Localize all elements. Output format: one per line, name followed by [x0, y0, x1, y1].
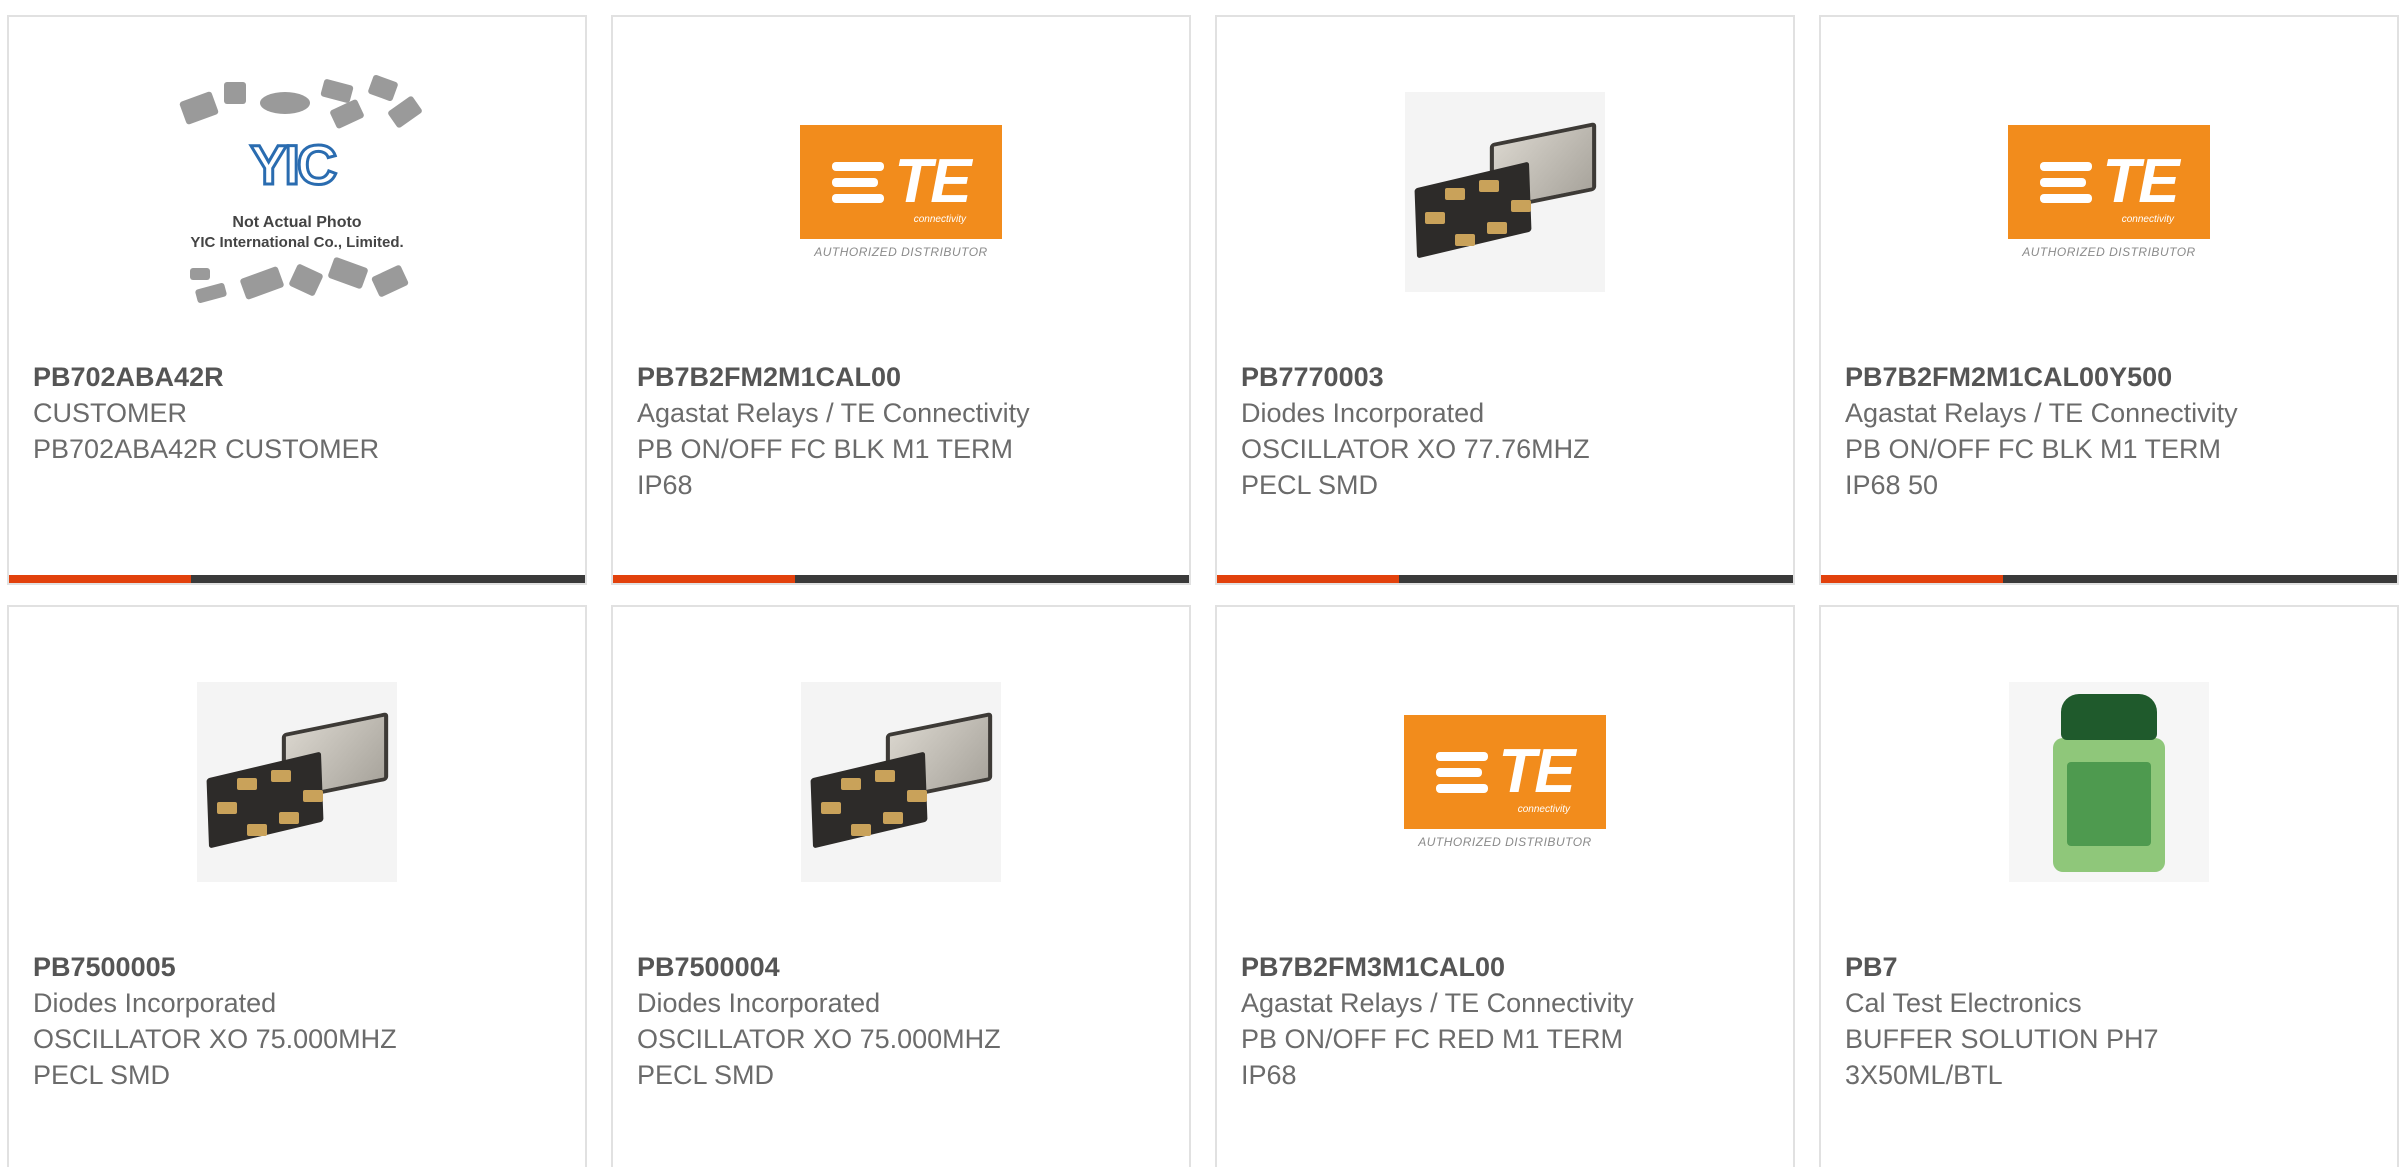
product-card[interactable]: PB7 Cal Test Electronics BUFFER SOLUTION… [1819, 605, 2399, 1167]
description-line: PB702ABA42R CUSTOMER [33, 434, 380, 464]
product-card[interactable]: TE connectivity AUTHORIZED DISTRIBUTOR P… [1819, 15, 2399, 585]
description-line: IP68 [637, 470, 693, 500]
oscillator-image [1405, 92, 1605, 292]
description-line: PECL SMD [1241, 470, 1379, 500]
product-card[interactable]: TE connectivity AUTHORIZED DISTRIBUTOR P… [1215, 605, 1795, 1167]
description-line: OSCILLATOR XO 77.76MHZ [1241, 434, 1590, 464]
manufacturer: Agastat Relays / TE Connectivity [1241, 988, 1634, 1018]
oscillator-image [197, 682, 397, 882]
company-label: YIC International Co., Limited. [190, 234, 404, 251]
authorized-distributor-label: AUTHORIZED DISTRIBUTOR [814, 245, 988, 259]
te-connectivity-logo: TE connectivity AUTHORIZED DISTRIBUTOR [800, 125, 1002, 259]
product-info: PB7 Cal Test Electronics BUFFER SOLUTION… [1845, 949, 2377, 1093]
part-number[interactable]: PB7B2FM3M1CAL00 [1241, 949, 1773, 985]
description-line: 3X50ML/BTL [1845, 1060, 2003, 1090]
description-line: OSCILLATOR XO 75.000MHZ [637, 1024, 1001, 1054]
part-number[interactable]: PB702ABA42R [33, 359, 565, 395]
product-image[interactable] [9, 677, 585, 887]
product-info: PB7500004 Diodes Incorporated OSCILLATOR… [637, 949, 1169, 1093]
description-line: IP68 50 [1845, 470, 1939, 500]
product-image[interactable]: TE connectivity AUTHORIZED DISTRIBUTOR [1821, 87, 2397, 297]
product-image[interactable]: YIC Not Actual Photo YIC International C… [9, 74, 585, 304]
description-line: PECL SMD [637, 1060, 775, 1090]
product-info: PB7B2FM2M1CAL00 Agastat Relays / TE Conn… [637, 359, 1169, 503]
product-image[interactable] [1821, 677, 2397, 887]
description-line: PB ON/OFF FC BLK M1 TERM [1845, 434, 2222, 464]
product-info: PB7770003 Diodes Incorporated OSCILLATOR… [1241, 359, 1773, 503]
manufacturer: CUSTOMER [33, 398, 188, 428]
manufacturer: Diodes Incorporated [1241, 398, 1485, 428]
card-bottom-bar [1821, 575, 2397, 583]
part-number[interactable]: PB7B2FM2M1CAL00 [637, 359, 1169, 395]
authorized-distributor-label: AUTHORIZED DISTRIBUTOR [1418, 835, 1592, 849]
yic-logo: YIC [248, 132, 338, 198]
oscillator-image [801, 682, 1001, 882]
product-image[interactable]: TE connectivity AUTHORIZED DISTRIBUTOR [613, 87, 1189, 297]
product-card[interactable]: YIC Not Actual Photo YIC International C… [7, 15, 587, 585]
product-info: PB702ABA42R CUSTOMER PB702ABA42R CUSTOME… [33, 359, 565, 467]
description-line: OSCILLATOR XO 75.000MHZ [33, 1024, 397, 1054]
te-connectivity-logo: TE connectivity AUTHORIZED DISTRIBUTOR [1404, 715, 1606, 849]
product-image[interactable]: TE connectivity AUTHORIZED DISTRIBUTOR [1217, 677, 1793, 887]
product-card[interactable]: PB7770003 Diodes Incorporated OSCILLATOR… [1215, 15, 1795, 585]
manufacturer: Agastat Relays / TE Connectivity [637, 398, 1030, 428]
manufacturer: Diodes Incorporated [33, 988, 277, 1018]
te-connectivity-logo: TE connectivity AUTHORIZED DISTRIBUTOR [2008, 125, 2210, 259]
product-grid: YIC Not Actual Photo YIC International C… [0, 0, 2400, 1167]
part-number[interactable]: PB7770003 [1241, 359, 1773, 395]
part-number[interactable]: PB7500005 [33, 949, 565, 985]
product-card[interactable]: PB7500005 Diodes Incorporated OSCILLATOR… [7, 605, 587, 1167]
manufacturer: Diodes Incorporated [637, 988, 881, 1018]
card-bottom-bar [1217, 575, 1793, 583]
product-info: PB7500005 Diodes Incorporated OSCILLATOR… [33, 949, 565, 1093]
manufacturer: Agastat Relays / TE Connectivity [1845, 398, 2238, 428]
part-number[interactable]: PB7B2FM2M1CAL00Y500 [1845, 359, 2377, 395]
manufacturer: Cal Test Electronics [1845, 988, 2082, 1018]
product-card[interactable]: TE connectivity AUTHORIZED DISTRIBUTOR P… [611, 15, 1191, 585]
description-line: PECL SMD [33, 1060, 171, 1090]
product-card[interactable]: PB7500004 Diodes Incorporated OSCILLATOR… [611, 605, 1191, 1167]
part-number[interactable]: PB7 [1845, 949, 2377, 985]
description-line: IP68 [1241, 1060, 1297, 1090]
not-actual-photo-label: Not Actual Photo [232, 214, 362, 231]
description-line: BUFFER SOLUTION PH7 [1845, 1024, 2159, 1054]
card-bottom-bar [613, 575, 1189, 583]
buffer-solution-bottle-image [2009, 682, 2209, 882]
part-number[interactable]: PB7500004 [637, 949, 1169, 985]
product-image[interactable] [613, 677, 1189, 887]
description-line: PB ON/OFF FC BLK M1 TERM [637, 434, 1014, 464]
not-actual-photo-image: YIC Not Actual Photo YIC International C… [162, 72, 432, 312]
card-bottom-bar [9, 575, 585, 583]
authorized-distributor-label: AUTHORIZED DISTRIBUTOR [2022, 245, 2196, 259]
product-info: PB7B2FM3M1CAL00 Agastat Relays / TE Conn… [1241, 949, 1773, 1093]
product-image[interactable] [1217, 87, 1793, 297]
description-line: PB ON/OFF FC RED M1 TERM [1241, 1024, 1624, 1054]
product-info: PB7B2FM2M1CAL00Y500 Agastat Relays / TE … [1845, 359, 2377, 503]
